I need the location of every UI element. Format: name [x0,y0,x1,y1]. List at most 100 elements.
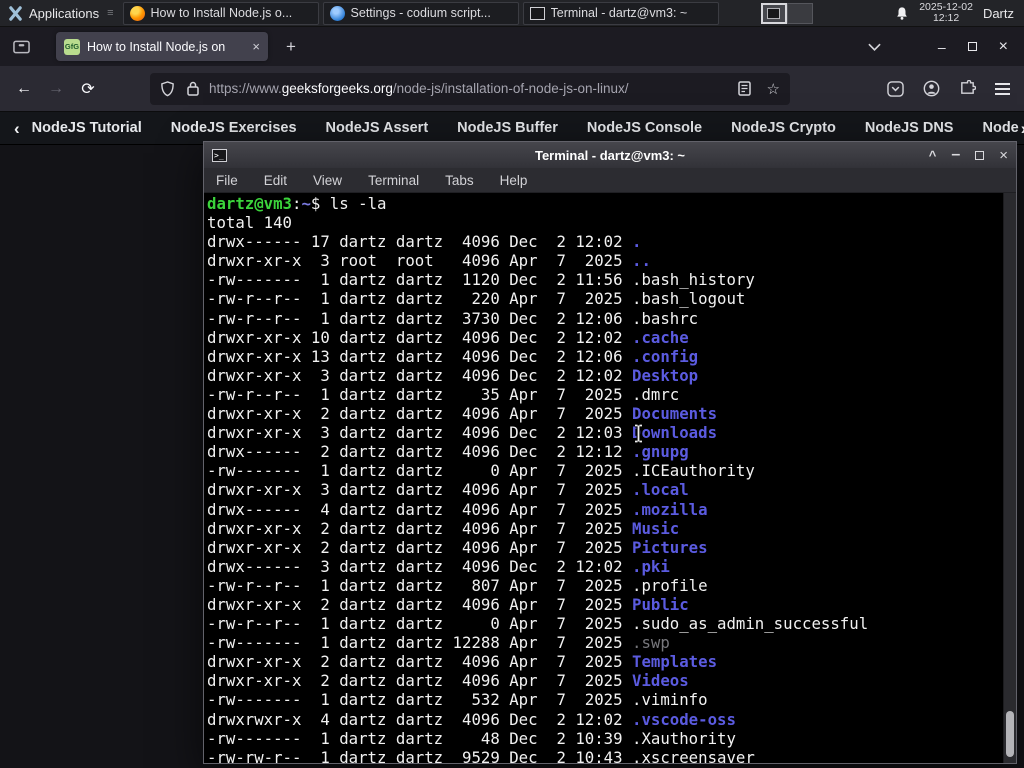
clock-time: 12:12 [932,12,960,24]
panel-clock[interactable]: 2025-12-02 12:12 [919,2,973,24]
listing-filename: Videos [632,671,689,691]
taskbar: How to Install Node.js o... Settings - c… [119,1,719,25]
workspace-pager[interactable] [760,2,813,24]
terminal-output[interactable]: dartz@vm3:~$ ls -la total 140 drwx------… [204,193,1016,763]
terminal-listing-row: -rw------- 1 dartz dartz 0 Apr 7 2025 .I… [207,461,1000,480]
terminal-listing-row: -rw-r--r-- 1 dartz dartz 0 Apr 7 2025 .s… [207,614,1000,633]
browser-tab-bar: GfG How to Install Node.js on × + – × [0,27,1024,66]
listing-filename: .. [632,251,651,271]
listing-filename: .profile [632,575,708,595]
new-tab-button[interactable]: + [278,37,304,57]
list-all-tabs-button[interactable] [858,38,892,56]
navbar-link[interactable]: NodeJS Crypto [731,120,836,136]
listing-filename: .local [632,480,689,500]
listing-attributes: drwx------ 17 dartz dartz 4096 Dec 2 12:… [207,232,633,252]
url-bar[interactable]: https://www.geeksforgeeks.org/node-js/in… [150,72,790,105]
navbar-link[interactable]: NodeJS Console [587,120,702,136]
terminal-scrollbar-thumb[interactable] [1006,711,1014,757]
terminal-listing-row: drwxr-xr-x 2 dartz dartz 4096 Apr 7 2025… [207,404,1000,423]
window-maximize-button[interactable] [967,42,977,51]
url-text[interactable]: https://www.geeksforgeeks.org/node-js/in… [209,81,730,96]
listing-attributes: drwxr-xr-x 2 dartz dartz 4096 Apr 7 2025 [207,518,633,538]
listing-attributes: -rw------- 1 dartz dartz 532 Apr 7 2025 [207,690,633,710]
terminal-menu-item[interactable]: File [216,173,238,188]
listing-attributes: drwxr-xr-x 2 dartz dartz 4096 Apr 7 2025 [207,671,633,691]
taskbar-window-button[interactable]: How to Install Node.js o... [122,1,319,25]
navbar-link[interactable]: NodeJS Buffer [457,120,558,136]
terminal-mini-icon [767,7,780,19]
extensions-puzzle-icon[interactable] [959,80,976,97]
terminal-scrollbar[interactable] [1003,193,1016,763]
forward-button[interactable]: → [40,80,72,98]
terminal-minimize-button[interactable]: – [951,146,960,164]
navbar-link[interactable]: NodeJS Assert [326,120,429,136]
window-close-button[interactable]: × [999,38,1008,56]
listing-attributes: -rw------- 1 dartz dartz 48 Dec 2 10:39 [207,728,633,748]
account-icon[interactable] [923,80,940,97]
browser-tab-active[interactable]: GfG How to Install Node.js on × [56,32,268,61]
taskbar-window-button[interactable]: Settings - codium script... [322,1,519,25]
listing-filename: .Xauthority [632,728,736,748]
navbar-link[interactable]: NodeJS DNS [865,120,954,136]
navbar-link[interactable]: Node [982,120,1018,136]
url-domain: geeksforgeeks.org [281,81,393,96]
terminal-listing-row: drwxr-xr-x 2 dartz dartz 4096 Apr 7 2025… [207,652,1000,671]
listing-filename: .config [632,346,699,366]
listing-attributes: drwxr-xr-x 2 dartz dartz 4096 Apr 7 2025 [207,537,633,557]
navbar-link[interactable]: NodeJS Exercises [171,120,297,136]
taskbar-window-title: Settings - codium script... [350,6,491,20]
listing-filename: .bash_logout [632,289,746,309]
back-button[interactable]: ← [8,80,40,98]
terminal-listing-row: drwx------ 3 dartz dartz 4096 Dec 2 12:0… [207,557,1000,576]
listing-attributes: drwxr-xr-x 13 dartz dartz 4096 Dec 2 12:… [207,346,633,366]
listing-attributes: -rw-r--r-- 1 dartz dartz 35 Apr 7 2025 [207,384,633,404]
terminal-menu-item[interactable]: Terminal [368,173,419,188]
workspace-1[interactable] [760,2,787,24]
listing-attributes: -rw-r--r-- 1 dartz dartz 220 Apr 7 2025 [207,289,633,309]
app-menu-hamburger-icon[interactable] [995,80,1010,98]
navbar-links: NodeJS Tutorial NodeJS Exercises NodeJS … [32,120,1019,136]
terminal-prompt-line: dartz@vm3:~$ ls -la [207,194,1000,213]
firefox-view-button[interactable] [6,34,36,60]
terminal-menu-item[interactable]: View [313,173,342,188]
listing-filename: Templates [632,652,718,672]
lock-icon[interactable] [187,81,199,96]
window-minimize-button[interactable]: – [938,39,946,55]
notification-bell-icon[interactable] [895,6,909,21]
listing-filename: .cache [632,327,689,347]
listing-filename: .ICEauthority [632,461,755,481]
navbar-link[interactable]: NodeJS Tutorial [32,120,142,136]
listing-filename: .pki [632,556,670,576]
terminal-listing-row: -rw-r--r-- 1 dartz dartz 220 Apr 7 2025 … [207,289,1000,308]
listing-attributes: -rw-r--r-- 1 dartz dartz 0 Apr 7 2025 [207,614,633,634]
taskbar-window-button[interactable]: Terminal - dartz@vm3: ~ [522,1,719,25]
prompt-user-host: dartz@vm3 [207,194,293,213]
terminal-menu-item[interactable]: Help [500,173,528,188]
ibeam-mouse-cursor [635,424,642,443]
system-tray: 2025-12-02 12:12 Dartz [895,2,1024,24]
terminal-shade-button[interactable]: ^ [929,148,937,163]
tracking-protection-shield-icon[interactable] [160,80,175,97]
workspace-2[interactable] [786,2,813,24]
listing-attributes: drwxr-xr-x 2 dartz dartz 4096 Apr 7 2025 [207,652,633,672]
terminal-maximize-button[interactable] [975,150,985,160]
terminal-listing-row: drwxr-xr-x 2 dartz dartz 4096 Apr 7 2025… [207,519,1000,538]
terminal-listing-row: -rw------- 1 dartz dartz 12288 Apr 7 202… [207,633,1000,652]
applications-menu-button[interactable]: Applications [0,0,107,27]
gfg-favicon: GfG [64,38,80,55]
terminal-listing-row: drwxr-xr-x 2 dartz dartz 4096 Apr 7 2025… [207,595,1000,614]
url-path: /node-js/installation-of-node-js-on-linu… [392,81,629,96]
terminal-menu-item[interactable]: Tabs [445,173,474,188]
terminal-listing-row: drwxr-xr-x 3 dartz dartz 4096 Dec 2 12:0… [207,366,1000,385]
applications-label: Applications [29,5,100,21]
terminal-close-button[interactable]: × [999,147,1008,164]
tab-close-icon[interactable]: × [252,39,260,54]
terminal-title-bar[interactable]: >_ Terminal - dartz@vm3: ~ ^ – × [204,142,1016,168]
reload-button[interactable]: ⟳ [72,79,104,99]
navbar-scroll-left-icon[interactable]: ‹ [14,120,20,137]
listing-attributes: -rw-r--r-- 1 dartz dartz 807 Apr 7 2025 [207,575,633,595]
reader-view-icon[interactable] [737,81,751,96]
bookmark-star-icon[interactable]: ☆ [767,80,780,98]
pocket-icon[interactable] [887,80,904,97]
terminal-menu-item[interactable]: Edit [264,173,287,188]
